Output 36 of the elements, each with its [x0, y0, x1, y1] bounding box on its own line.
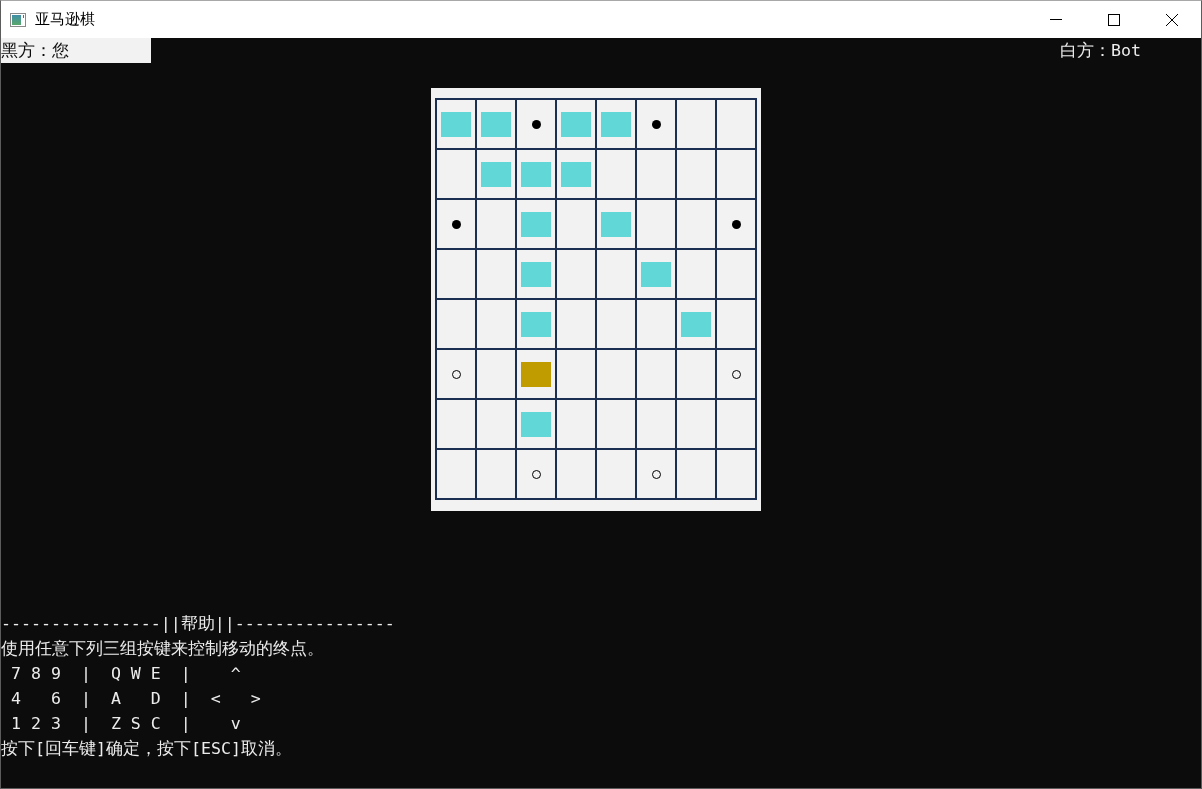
block-icon [521, 161, 551, 187]
maximize-icon [1108, 13, 1120, 26]
block-icon [561, 161, 591, 187]
help-text: 4 6 | A D | < > [10, 688, 261, 710]
window-icon [10, 12, 26, 27]
dot-icon [451, 219, 461, 229]
help-heading: ----------------||帮助||---------------- [1, 613, 395, 635]
ring-icon [531, 469, 541, 479]
block-icon [601, 111, 631, 137]
ring-icon [651, 469, 661, 479]
block-icon [641, 261, 671, 287]
ring-icon [731, 369, 741, 379]
dot-icon [531, 119, 541, 129]
block-icon [561, 111, 591, 137]
block-icon [521, 411, 551, 437]
block-icon [521, 311, 551, 337]
help-text: 使用任意下列三组按键来控制移动的终点。 [1, 638, 324, 660]
block-icon [521, 261, 551, 287]
block-icon [481, 111, 511, 137]
block-icon [601, 211, 631, 237]
minimize-icon [1050, 19, 1062, 20]
window-title: 亚马逊棋 [35, 10, 95, 29]
block-icon [681, 311, 711, 337]
help-text: 1 2 3 | Z S C | v [10, 713, 241, 735]
close-icon [1166, 13, 1178, 26]
player-label: 黑方：您 [1, 38, 151, 63]
selection-block-icon [521, 361, 551, 387]
block-icon [441, 111, 471, 137]
help-text: 按下[回车键]确定，按下[ESC]取消。 [1, 738, 292, 760]
dot-icon [731, 219, 741, 229]
dot-icon [651, 119, 661, 129]
ring-icon [451, 369, 461, 379]
block-icon [521, 211, 551, 237]
help-text: 7 8 9 | Q W E | ^ [10, 663, 241, 685]
block-icon [481, 161, 511, 187]
player-label: 白方：Bot [1060, 40, 1141, 62]
